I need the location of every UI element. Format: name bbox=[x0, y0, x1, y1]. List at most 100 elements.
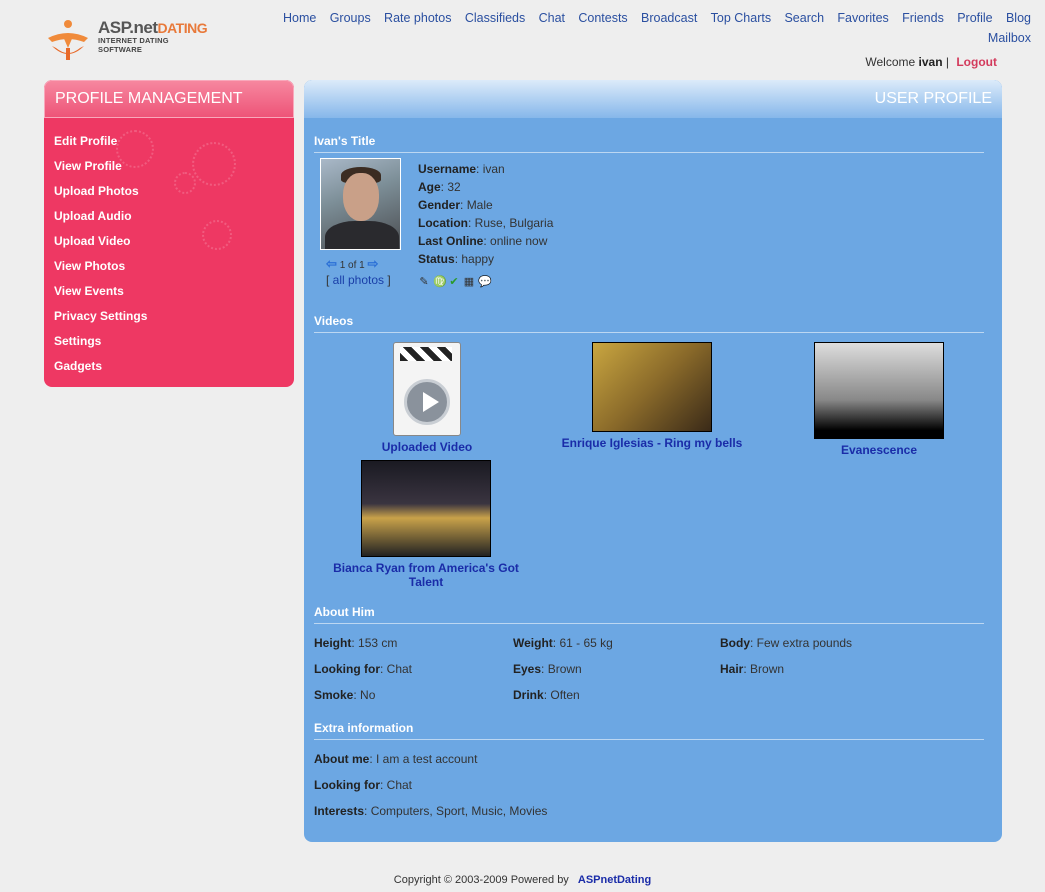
welcome-text: Welcome bbox=[865, 55, 916, 69]
video-thumbnail[interactable] bbox=[592, 342, 712, 432]
info-label: Username bbox=[418, 162, 477, 176]
all-photos-link[interactable]: all photos bbox=[333, 273, 384, 287]
nav-friends[interactable]: Friends bbox=[902, 11, 944, 25]
info-label: Age bbox=[418, 180, 441, 194]
info-value: 32 bbox=[447, 180, 461, 194]
video-item[interactable]: Evanescence bbox=[804, 342, 954, 457]
arrow-right-icon[interactable]: ⇨ bbox=[368, 256, 379, 271]
nav-groups[interactable]: Groups bbox=[330, 11, 371, 25]
pen-icon[interactable]: ✎ bbox=[418, 276, 430, 288]
video-thumbnail[interactable] bbox=[361, 460, 491, 557]
sidebar-item-privacy-settings[interactable]: Privacy Settings bbox=[54, 309, 147, 323]
attr-value: I am a test account bbox=[376, 752, 478, 766]
attr-value: Chat bbox=[386, 662, 413, 676]
welcome-bar: Welcome ivan | Logout bbox=[865, 55, 997, 69]
video-title[interactable]: Evanescence bbox=[804, 443, 954, 457]
attr-label: Hair bbox=[720, 662, 744, 676]
nav-broadcast[interactable]: Broadcast bbox=[641, 11, 697, 25]
sidebar-item-view-events[interactable]: View Events bbox=[54, 284, 124, 298]
info-value: online now bbox=[490, 234, 548, 248]
attr-value: Brown bbox=[750, 662, 785, 676]
nav-mailbox[interactable]: Mailbox bbox=[988, 31, 1031, 45]
attr-label: Height bbox=[314, 636, 352, 650]
sidebar-item-upload-video[interactable]: Upload Video bbox=[54, 234, 130, 248]
attr-label: Interests bbox=[314, 804, 365, 818]
attr-label: Eyes bbox=[513, 662, 542, 676]
profile-photo[interactable] bbox=[320, 158, 401, 250]
sidebar-item-settings[interactable]: Settings bbox=[54, 334, 101, 348]
info-location: Location: Ruse, Bulgaria bbox=[418, 216, 554, 230]
nav-home[interactable]: Home bbox=[283, 11, 316, 25]
attr-value: Often bbox=[550, 688, 580, 702]
sidebar-item-gadgets[interactable]: Gadgets bbox=[54, 359, 102, 373]
video-title[interactable]: Bianca Ryan from America's Got Talent bbox=[326, 561, 526, 589]
video-item[interactable]: Bianca Ryan from America's Got Talent bbox=[326, 460, 526, 589]
nav-profile[interactable]: Profile bbox=[957, 11, 992, 25]
nav-top-charts[interactable]: Top Charts bbox=[711, 11, 771, 25]
info-label: Status bbox=[418, 252, 455, 266]
logo-brand-accent: DATING bbox=[157, 20, 208, 36]
sidebar-item-view-profile[interactable]: View Profile bbox=[54, 159, 122, 173]
arrow-left-icon[interactable]: ⇦ bbox=[326, 256, 337, 271]
nav-search[interactable]: Search bbox=[784, 11, 824, 25]
attr-value: Few extra pounds bbox=[756, 636, 853, 650]
logout-link[interactable]: Logout bbox=[956, 55, 997, 69]
about-looking-for: Looking for: Chat bbox=[314, 662, 413, 676]
video-item[interactable]: Uploaded Video bbox=[364, 342, 490, 454]
attr-label: Looking for bbox=[314, 778, 380, 792]
video-title[interactable]: Enrique Iglesias - Ring my bells bbox=[544, 436, 760, 450]
nav-favorites[interactable]: Favorites bbox=[837, 11, 888, 25]
attr-label: Weight bbox=[513, 636, 553, 650]
nav-classifieds[interactable]: Classifieds bbox=[465, 11, 525, 25]
info-value: happy bbox=[461, 252, 495, 266]
verified-check-icon: ✔ bbox=[449, 276, 459, 288]
about-body: Body: Few extra pounds bbox=[720, 636, 853, 650]
extra-info-section-title: Extra information bbox=[314, 721, 984, 740]
sidebar-menu: Edit Profile View Profile Upload Photos … bbox=[44, 118, 294, 382]
attr-label: Looking for bbox=[314, 662, 380, 676]
attr-label: About me bbox=[314, 752, 370, 766]
zodiac-virgo-icon: ♍ bbox=[433, 276, 447, 288]
info-value: Ruse, Bulgaria bbox=[474, 216, 554, 230]
info-status: Status: happy bbox=[418, 252, 495, 266]
info-value: Male bbox=[466, 198, 493, 212]
nav-rate-photos[interactable]: Rate photos bbox=[384, 11, 451, 25]
about-hair: Hair: Brown bbox=[720, 662, 785, 676]
about-eyes: Eyes: Brown bbox=[513, 662, 582, 676]
profile-icon-row: ✎ ♍ ✔ ▦ 💬 bbox=[418, 276, 492, 288]
video-item[interactable]: Enrique Iglesias - Ring my bells bbox=[544, 342, 760, 450]
footer-powered-by-link[interactable]: ASPnetDating bbox=[578, 874, 651, 886]
videos-section-title: Videos bbox=[314, 314, 984, 333]
site-logo[interactable]: ASP.netDATING INTERNET DATING SOFTWARE bbox=[44, 18, 214, 62]
attr-label: Smoke bbox=[314, 688, 354, 702]
logo-subtitle: INTERNET DATING SOFTWARE bbox=[98, 36, 169, 54]
profile-title: Ivan's Title bbox=[314, 134, 984, 153]
extra-interests: Interests: Computers, Sport, Music, Movi… bbox=[314, 804, 548, 818]
photo-pager: ⇦ 1 of 1 ⇨ bbox=[326, 256, 396, 272]
main-panel-title: USER PROFILE bbox=[304, 80, 1002, 118]
chat-bubble-icon[interactable]: 💬 bbox=[478, 276, 492, 288]
sidebar-item-upload-photos[interactable]: Upload Photos bbox=[54, 184, 139, 198]
info-gender: Gender: Male bbox=[418, 198, 493, 212]
top-navigation: Home Groups Rate photos Classifieds Chat… bbox=[251, 8, 1031, 48]
sidebar-item-view-photos[interactable]: View Photos bbox=[54, 259, 125, 273]
attr-value: 153 cm bbox=[358, 636, 398, 650]
nav-blog[interactable]: Blog bbox=[1006, 11, 1031, 25]
attr-value: Brown bbox=[547, 662, 582, 676]
nav-chat[interactable]: Chat bbox=[539, 11, 565, 25]
video-film-icon[interactable]: ▦ bbox=[463, 276, 475, 288]
profile-info: Username: ivan Age: 32 Gender: Male Loca… bbox=[418, 160, 553, 268]
extra-looking-for: Looking for: Chat bbox=[314, 778, 413, 792]
sidebar-item-edit-profile[interactable]: Edit Profile bbox=[54, 134, 117, 148]
profile-management-sidebar: PROFILE MANAGEMENT Edit Profile View Pro… bbox=[44, 80, 294, 387]
user-profile-panel: USER PROFILE Ivan's Title ⇦ 1 of 1 ⇨ [ a… bbox=[304, 80, 1002, 842]
sidebar-item-upload-audio[interactable]: Upload Audio bbox=[54, 209, 132, 223]
info-label: Gender bbox=[418, 198, 461, 212]
attr-label: Body bbox=[720, 636, 750, 650]
welcome-separator: | bbox=[945, 55, 949, 69]
video-thumbnail[interactable] bbox=[814, 342, 944, 439]
info-username: Username: ivan bbox=[418, 162, 505, 176]
sidebar-title: PROFILE MANAGEMENT bbox=[44, 80, 294, 118]
video-title[interactable]: Uploaded Video bbox=[364, 440, 490, 454]
nav-contests[interactable]: Contests bbox=[578, 11, 627, 25]
